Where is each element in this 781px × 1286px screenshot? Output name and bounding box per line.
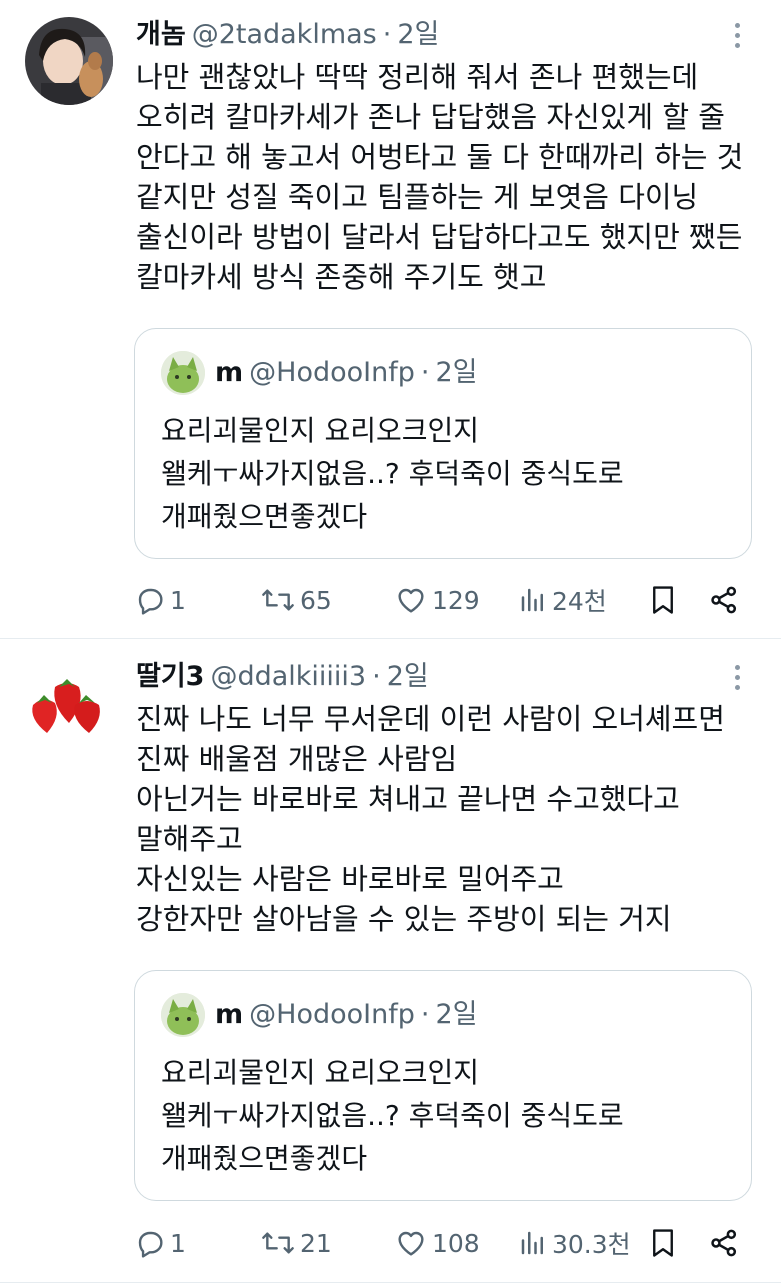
views-icon — [518, 1227, 548, 1259]
quote-header: m @HodooInfp · 2일 — [215, 357, 478, 388]
quote-timestamp: 2일 — [435, 357, 478, 388]
views-icon — [518, 584, 548, 616]
reply-icon — [134, 1227, 166, 1259]
tweet-text: 진짜 나도 너무 무서운데 이런 사람이 오너셰프면 진짜 배울점 개많은 사람… — [136, 702, 725, 936]
like-button[interactable]: 108 — [394, 1223, 480, 1263]
views-button[interactable]: 30.3천 — [518, 1223, 631, 1263]
views-count: 24천 — [552, 587, 607, 616]
user-handle[interactable]: @2tadaklmas — [192, 19, 377, 50]
quote-text: 요리괴물인지 요리오크인지 왤케ㅜ싸가지없음..? 후덕죽이 중식도로 개패줬으… — [161, 414, 624, 533]
quote-avatar — [161, 351, 205, 395]
quote-handle: @HodooInfp — [249, 357, 415, 388]
retweet-count: 65 — [300, 585, 332, 615]
reply-button[interactable]: 1 — [134, 1223, 186, 1263]
quote-avatar — [161, 993, 205, 1037]
timestamp[interactable]: 2일 — [387, 661, 429, 692]
retweet-icon — [260, 584, 296, 616]
retweet-icon — [260, 1227, 296, 1259]
views-button[interactable]: 24천 — [518, 580, 607, 620]
share-icon — [708, 584, 740, 616]
tweet-header: 개놈 @2tadaklmas · 2일 — [136, 19, 440, 50]
tweet[interactable]: 개놈 @2tadaklmas · 2일 나만 괜찮았나 딱딱 정리해 줘서 존나 편했… — [0, 0, 781, 638]
tweet[interactable]: 딸기3 @ddalkiiiii3 · 2일 진짜 나도 너무 무서운데 이런 사람이 … — [0, 639, 781, 1286]
more-icon[interactable] — [722, 659, 752, 695]
bookmark-icon — [648, 1226, 678, 1260]
like-count: 129 — [432, 585, 480, 615]
avatar[interactable] — [25, 17, 113, 105]
quote-display-name: m — [215, 357, 244, 388]
quote-display-name: m — [215, 999, 244, 1030]
views-count: 30.3천 — [552, 1230, 631, 1259]
like-icon — [394, 1227, 428, 1259]
retweet-button[interactable]: 65 — [260, 580, 332, 620]
share-icon — [708, 1227, 740, 1259]
quoted-tweet[interactable]: m @HodooInfp · 2일 요리괴물인지 요리오크인지 왤케ㅜ싸가지없음..?… — [134, 970, 752, 1201]
more-icon[interactable] — [722, 17, 752, 53]
reply-count: 1 — [170, 585, 186, 615]
retweet-count: 21 — [300, 1228, 332, 1258]
action-bar: 1 21 108 30.3천 — [134, 1223, 754, 1263]
bookmark-icon — [648, 583, 678, 617]
share-button[interactable] — [708, 1223, 740, 1263]
display-name[interactable]: 개놈 — [136, 19, 186, 50]
reply-button[interactable]: 1 — [134, 580, 186, 620]
action-bar: 1 65 129 24천 — [134, 580, 754, 620]
like-button[interactable]: 129 — [394, 580, 480, 620]
quote-timestamp: 2일 — [435, 999, 478, 1030]
tweet-text: 나만 괜찮았나 딱딱 정리해 줘서 존나 편했는데 오히려 칼마카세가 존나 답… — [136, 60, 744, 294]
reply-count: 1 — [170, 1228, 186, 1258]
quote-header: m @HodooInfp · 2일 — [215, 999, 478, 1030]
avatar[interactable] — [25, 657, 113, 745]
quote-text: 요리괴물인지 요리오크인지 왤케ㅜ싸가지없음..? 후덕죽이 중식도로 개패줬으… — [161, 1056, 624, 1175]
user-handle[interactable]: @ddalkiiiii3 — [210, 661, 366, 692]
tweet-header: 딸기3 @ddalkiiiii3 · 2일 — [136, 661, 429, 692]
display-name[interactable]: 딸기3 — [136, 661, 204, 692]
timestamp[interactable]: 2일 — [397, 19, 439, 50]
bookmark-button[interactable] — [648, 580, 678, 620]
quoted-tweet[interactable]: m @HodooInfp · 2일 요리괴물인지 요리오크인지 왤케ㅜ싸가지없음..?… — [134, 328, 752, 559]
like-icon — [394, 584, 428, 616]
tweet-divider — [0, 1282, 781, 1283]
reply-icon — [134, 584, 166, 616]
bookmark-button[interactable] — [648, 1223, 678, 1263]
share-button[interactable] — [708, 580, 740, 620]
quote-handle: @HodooInfp — [249, 999, 415, 1030]
retweet-button[interactable]: 21 — [260, 1223, 332, 1263]
like-count: 108 — [432, 1228, 480, 1258]
